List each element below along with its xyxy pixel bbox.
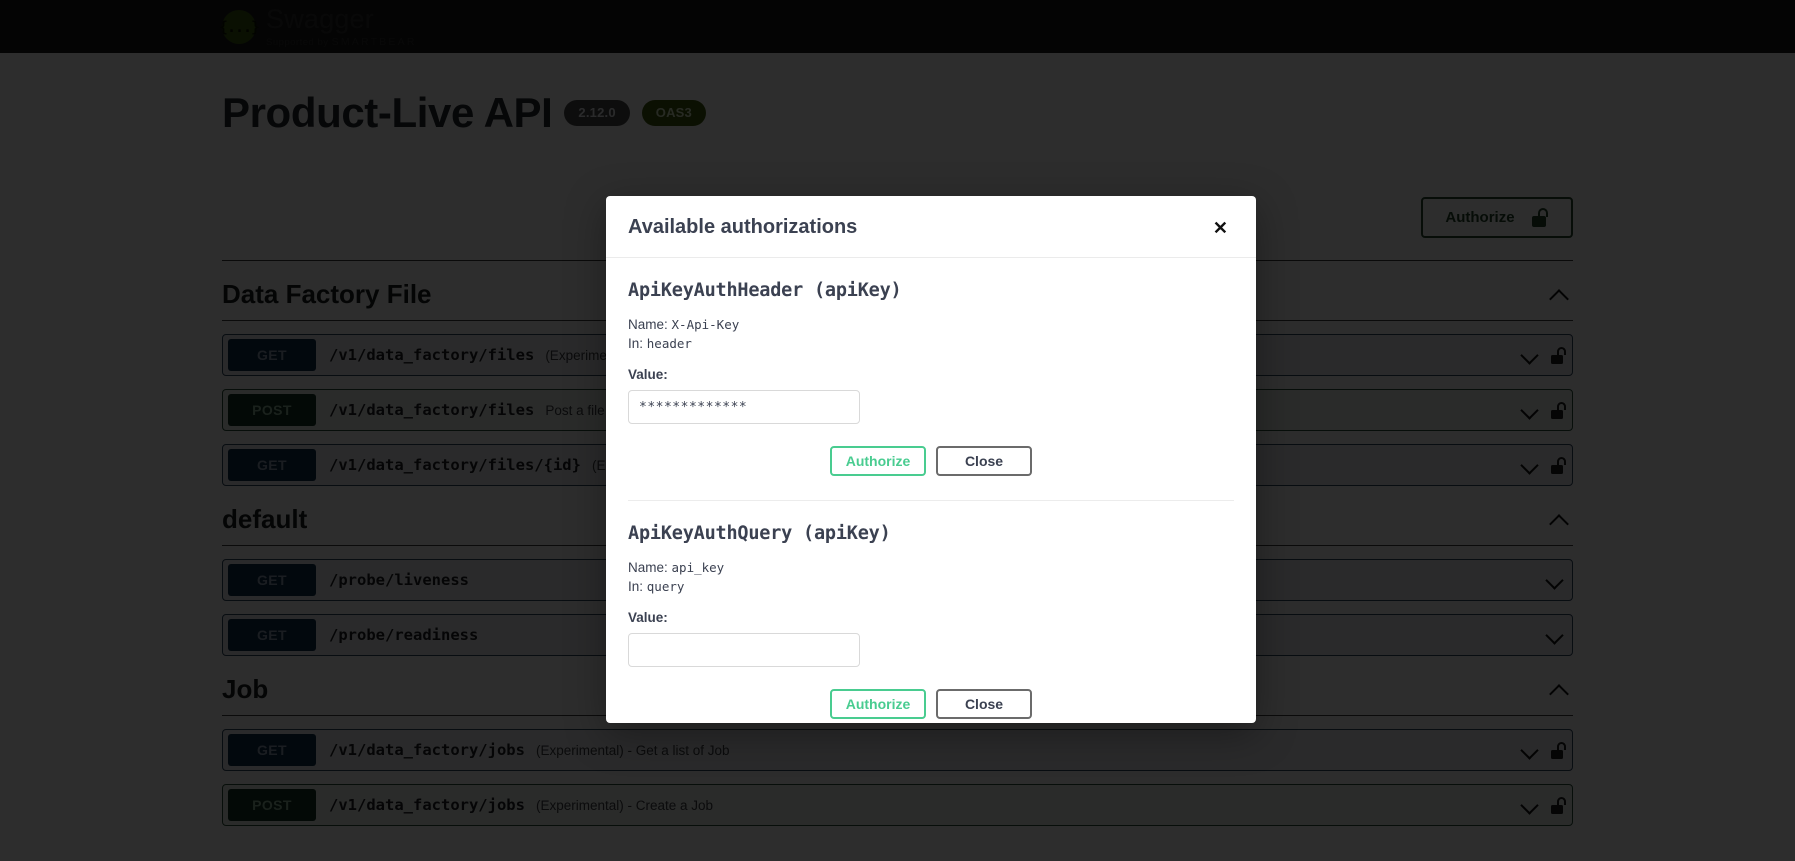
auth-block-apikeyauthheader: ApiKeyAuthHeader (apiKey) Name: X-Api-Ke… [628, 280, 1234, 478]
auth-in-value: query [647, 579, 685, 594]
api-key-query-input[interactable] [628, 633, 860, 667]
auth-scheme-name: ApiKeyAuthQuery (apiKey) [628, 523, 1234, 544]
authorize-submit-button[interactable]: Authorize [830, 689, 926, 719]
modal-title: Available authorizations [628, 216, 857, 239]
auth-value-label: Value: [628, 367, 1234, 382]
auth-in-label: In: [628, 579, 643, 594]
auth-name-label: Name: [628, 560, 668, 575]
auth-actions: Authorize Close [628, 446, 1234, 476]
auth-scheme-name: ApiKeyAuthHeader (apiKey) [628, 280, 1234, 301]
api-key-header-input[interactable] [628, 390, 860, 424]
modal-body: ApiKeyAuthHeader (apiKey) Name: X-Api-Ke… [606, 258, 1256, 721]
auth-value-label: Value: [628, 610, 1234, 625]
auth-name-row: Name: api_key [628, 560, 1234, 575]
authorize-submit-button[interactable]: Authorize [830, 446, 926, 476]
auth-in-value: header [647, 336, 692, 351]
close-auth-button[interactable]: Close [936, 689, 1032, 719]
auth-in-row: In: header [628, 336, 1234, 351]
close-icon[interactable]: ✕ [1207, 217, 1234, 239]
auth-name-label: Name: [628, 317, 668, 332]
auth-actions: Authorize Close [628, 689, 1234, 719]
auth-name-value: api_key [672, 560, 725, 575]
auth-in-row: In: query [628, 579, 1234, 594]
close-auth-button[interactable]: Close [936, 446, 1032, 476]
auth-name-row: Name: X-Api-Key [628, 317, 1234, 332]
authorizations-modal: Available authorizations ✕ ApiKeyAuthHea… [606, 196, 1256, 723]
auth-block-apikeyauthquery: ApiKeyAuthQuery (apiKey) Name: api_key I… [628, 501, 1234, 721]
modal-header: Available authorizations ✕ [606, 196, 1256, 258]
auth-in-label: In: [628, 336, 643, 351]
auth-name-value: X-Api-Key [672, 317, 740, 332]
